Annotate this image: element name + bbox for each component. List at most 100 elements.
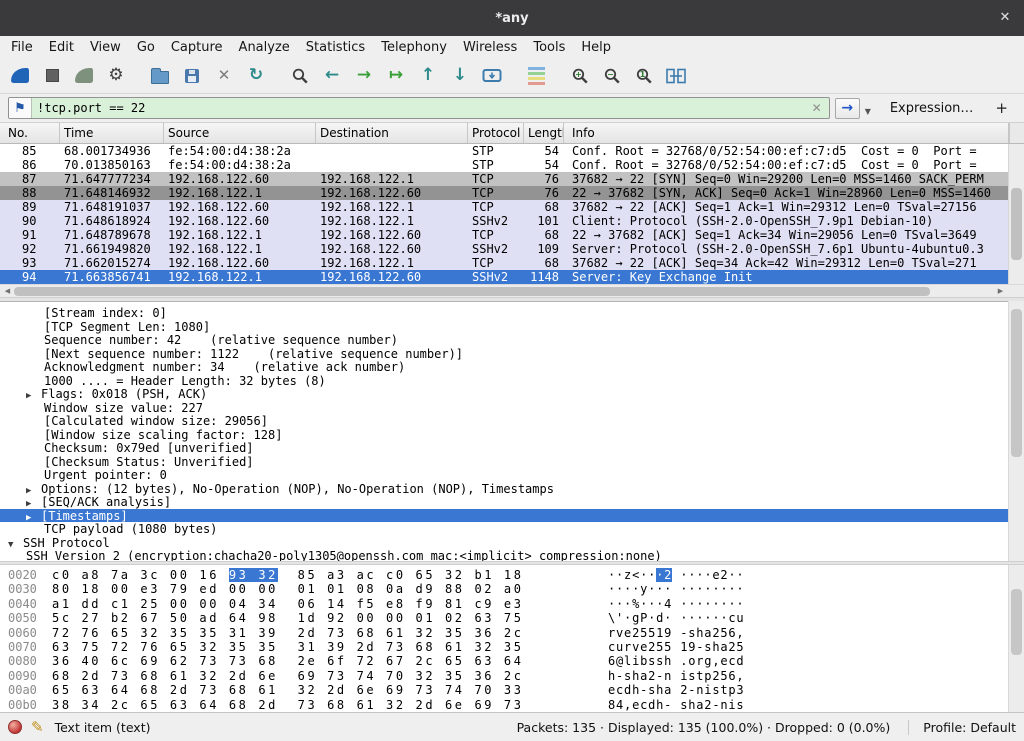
scrollbar-thumb[interactable] (1011, 309, 1022, 457)
packet-row-86[interactable]: 8670.013850163fe:54:00:d4:38:2aSTP54Conf… (0, 158, 1008, 172)
detail-line[interactable]: [TCP Segment Len: 1080] (0, 320, 1024, 334)
stop-capture-icon[interactable] (36, 62, 68, 90)
detail-line[interactable]: Sequence number: 42 (relative sequence n… (0, 333, 1024, 347)
go-to-packet-icon[interactable]: ↦ (380, 62, 412, 90)
colorize-icon[interactable] (520, 62, 552, 90)
filter-dropdown-icon[interactable] (860, 99, 876, 118)
hex-row-0020[interactable]: 0020c0 a8 7a 3c 00 16 93 32 85 a3 ac c0 … (0, 568, 1024, 582)
menu-edit[interactable]: Edit (41, 38, 82, 57)
auto-scroll-icon[interactable] (476, 62, 508, 90)
detail-line[interactable]: Checksum: 0x79ed [unverified] (0, 441, 1024, 455)
menu-help[interactable]: Help (573, 38, 619, 57)
find-packet-icon[interactable] (284, 62, 316, 90)
open-file-icon[interactable] (144, 62, 176, 90)
packet-row-91[interactable]: 9171.648789678192.168.122.1192.168.122.6… (0, 228, 1008, 242)
detail-line[interactable]: TCP payload (1080 bytes) (0, 522, 1024, 536)
column-header-source[interactable]: Source (164, 123, 316, 143)
packet-row-85[interactable]: 8568.001734936fe:54:00:d4:38:2aSTP54Conf… (0, 144, 1008, 158)
restart-capture-icon[interactable] (68, 62, 100, 90)
menu-analyze[interactable]: Analyze (231, 38, 298, 57)
save-file-icon[interactable] (176, 62, 208, 90)
menu-statistics[interactable]: Statistics (298, 38, 373, 57)
menu-wireless[interactable]: Wireless (455, 38, 525, 57)
menu-telephony[interactable]: Telephony (373, 38, 455, 57)
scrollbar-thumb[interactable] (1011, 589, 1022, 655)
detail-line[interactable]: SSH Version 2 (encryption:chacha20-poly1… (0, 549, 1024, 561)
go-last-icon[interactable]: ↓ (444, 62, 476, 90)
close-window-icon[interactable] (997, 10, 1013, 26)
packet-row-87[interactable]: 8771.647777234192.168.122.60192.168.122.… (0, 172, 1008, 186)
hex-row-0030[interactable]: 003080 18 00 e3 79 ed 00 00 01 01 08 0a … (0, 582, 1024, 596)
column-header-time[interactable]: Time (60, 123, 164, 143)
column-header-destination[interactable]: Destination (316, 123, 468, 143)
expand-toggle-icon[interactable]: ▶ (26, 513, 41, 523)
column-header-protocol[interactable]: Protocol (468, 123, 524, 143)
apply-filter-button[interactable] (835, 98, 860, 119)
menu-view[interactable]: View (82, 38, 129, 57)
detail-line[interactable]: Acknowledgment number: 34 (relative ack … (0, 360, 1024, 374)
menu-file[interactable]: File (3, 38, 41, 57)
zoom-out-icon[interactable]: − (596, 62, 628, 90)
detail-line[interactable]: ▶Flags: 0x018 (PSH, ACK) (0, 387, 1024, 401)
expression-button[interactable]: Expression… (890, 101, 974, 116)
close-file-icon[interactable]: ✕ (208, 62, 240, 90)
packet-list-vertical-scrollbar[interactable] (1008, 144, 1024, 284)
expand-toggle-icon[interactable]: ▶ (26, 499, 41, 509)
capture-options-icon[interactable]: ⚙ (100, 62, 132, 90)
hex-row-0090[interactable]: 009068 2d 73 68 61 32 2d 6e 69 73 74 70 … (0, 669, 1024, 683)
column-header-info[interactable]: Info (564, 123, 1009, 143)
bytes-vertical-scrollbar[interactable] (1008, 565, 1024, 712)
detail-line[interactable]: [Checksum Status: Unverified] (0, 455, 1024, 469)
detail-line[interactable]: Window size value: 227 (0, 401, 1024, 415)
packet-row-93[interactable]: 9371.662015274192.168.122.60192.168.122.… (0, 256, 1008, 270)
zoom-reset-icon[interactable]: 1 (628, 62, 660, 90)
filter-bookmark-icon[interactable] (9, 98, 32, 118)
resize-columns-icon[interactable] (660, 62, 692, 90)
column-header-length[interactable]: Length (524, 123, 564, 143)
display-filter-input[interactable]: !tcp.port == 22 (8, 97, 830, 119)
detail-line[interactable]: [Stream index: 0] (0, 306, 1024, 320)
packet-row-90[interactable]: 9071.648618924192.168.122.60192.168.122.… (0, 214, 1008, 228)
add-filter-button[interactable]: + (989, 99, 1014, 117)
go-back-icon[interactable]: ← (316, 62, 348, 90)
detail-line[interactable]: [Calculated window size: 29056] (0, 414, 1024, 428)
expert-info-icon[interactable] (8, 720, 22, 734)
menu-go[interactable]: Go (129, 38, 163, 57)
detail-line[interactable]: Urgent pointer: 0 (0, 468, 1024, 482)
go-first-icon[interactable]: ↑ (412, 62, 444, 90)
hex-row-0080[interactable]: 008036 40 6c 69 62 73 73 68 2e 6f 72 67 … (0, 654, 1024, 668)
menu-tools[interactable]: Tools (525, 38, 573, 57)
zoom-in-icon[interactable]: + (564, 62, 596, 90)
hex-row-0050[interactable]: 00505c 27 b2 67 50 ad 64 98 1d 92 00 00 … (0, 611, 1024, 625)
detail-line[interactable]: [Window size scaling factor: 128] (0, 428, 1024, 442)
capture-comment-icon[interactable] (31, 718, 44, 736)
detail-line[interactable]: [Next sequence number: 1122 (relative se… (0, 347, 1024, 361)
scrollbar-thumb[interactable] (14, 287, 930, 296)
detail-line[interactable]: ▶Options: (12 bytes), No-Operation (NOP)… (0, 482, 1024, 496)
packet-list-horizontal-scrollbar[interactable] (0, 284, 1024, 297)
column-header-no[interactable]: No. (0, 123, 60, 143)
expand-toggle-icon[interactable]: ▶ (26, 391, 41, 401)
clear-filter-icon[interactable] (805, 101, 829, 115)
packet-row-89[interactable]: 8971.648191037192.168.122.60192.168.122.… (0, 200, 1008, 214)
hex-row-0060[interactable]: 006072 76 65 32 35 35 31 39 2d 73 68 61 … (0, 626, 1024, 640)
detail-line[interactable]: 1000 .... = Header Length: 32 bytes (8) (0, 374, 1024, 388)
hex-row-0040[interactable]: 0040a1 dd c1 25 00 00 04 34 06 14 f5 e8 … (0, 597, 1024, 611)
hex-row-00b0[interactable]: 00b038 34 2c 65 63 64 68 2d 73 68 61 32 … (0, 698, 1024, 712)
detail-line[interactable]: ▶[SEQ/ACK analysis] (0, 495, 1024, 509)
detail-vertical-scrollbar[interactable] (1008, 301, 1024, 561)
menu-capture[interactable]: Capture (163, 38, 231, 57)
hex-row-0070[interactable]: 007063 75 72 76 65 32 35 35 31 39 2d 73 … (0, 640, 1024, 654)
expand-toggle-icon[interactable]: ▶ (26, 486, 41, 496)
reload-icon[interactable]: ↻ (240, 62, 272, 90)
detail-line[interactable]: ▼SSH Protocol (0, 536, 1024, 550)
packet-row-88[interactable]: 8871.648146932192.168.122.1192.168.122.6… (0, 186, 1008, 200)
packet-row-92[interactable]: 9271.661949820192.168.122.1192.168.122.6… (0, 242, 1008, 256)
packet-row-94[interactable]: 9471.663856741192.168.122.1192.168.122.6… (0, 270, 1008, 284)
go-forward-icon[interactable]: → (348, 62, 380, 90)
hex-row-00a0[interactable]: 00a065 63 64 68 2d 73 68 61 32 2d 6e 69 … (0, 683, 1024, 697)
collapse-toggle-icon[interactable]: ▼ (8, 540, 23, 550)
scrollbar-thumb[interactable] (1011, 188, 1022, 260)
start-capture-icon[interactable] (4, 62, 36, 90)
title-bar[interactable]: *any (0, 0, 1024, 36)
